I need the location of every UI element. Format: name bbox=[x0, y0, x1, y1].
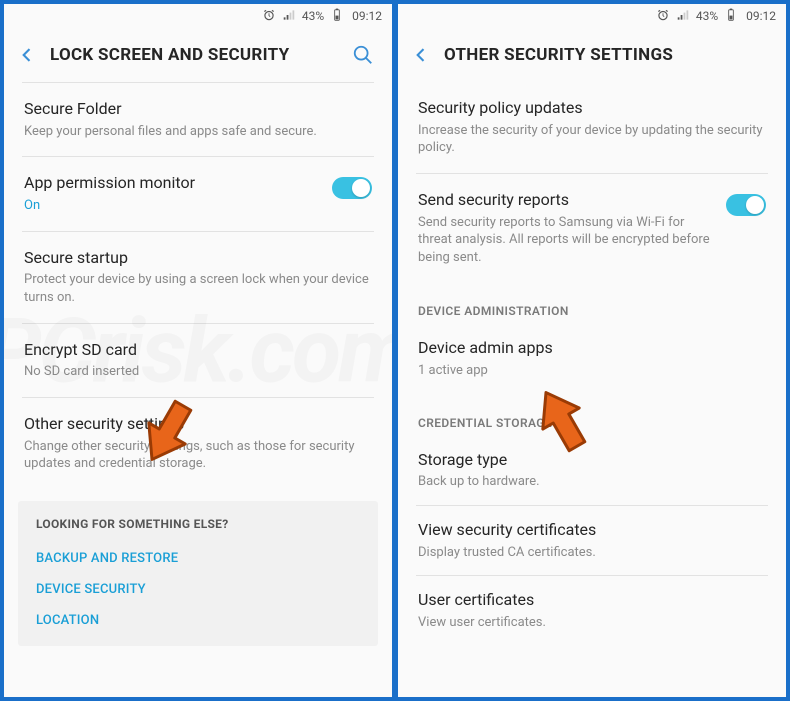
status-bar: 43% 09:12 bbox=[398, 4, 786, 28]
item-secure-folder[interactable]: Secure Folder Keep your personal files a… bbox=[4, 83, 392, 156]
item-title: User certificates bbox=[418, 590, 766, 611]
item-subtitle: Protect your device by using a screen lo… bbox=[24, 271, 372, 306]
item-title: Encrypt SD card bbox=[24, 340, 372, 361]
item-subtitle: Display trusted CA certificates. bbox=[418, 544, 766, 562]
footer-card: LOOKING FOR SOMETHING ELSE? BACKUP AND R… bbox=[18, 501, 378, 646]
clock-time: 09:12 bbox=[746, 9, 776, 23]
alarm-icon bbox=[262, 8, 276, 25]
toggle-switch[interactable] bbox=[332, 177, 372, 199]
item-storage-type[interactable]: Storage type Back up to hardware. bbox=[398, 436, 786, 505]
signal-icon bbox=[282, 8, 296, 25]
header: OTHER SECURITY SETTINGS bbox=[398, 28, 786, 82]
link-location[interactable]: LOCATION bbox=[36, 605, 360, 636]
battery-icon bbox=[724, 8, 738, 25]
page-title: LOCK SCREEN AND SECURITY bbox=[50, 45, 350, 65]
item-device-admin-apps[interactable]: Device admin apps 1 active app bbox=[398, 324, 786, 393]
battery-percent: 43% bbox=[696, 9, 718, 23]
item-title: Security policy updates bbox=[418, 98, 766, 119]
screen-other-security: 43% 09:12 OTHER SECURITY SETTINGS Securi… bbox=[398, 4, 786, 697]
header: LOCK SCREEN AND SECURITY bbox=[4, 28, 392, 82]
item-app-permission-monitor[interactable]: App permission monitor On bbox=[4, 157, 392, 230]
item-other-security-settings[interactable]: Other security settings Change other sec… bbox=[4, 398, 392, 489]
item-secure-startup[interactable]: Secure startup Protect your device by us… bbox=[4, 232, 392, 323]
item-subtitle: Change other security settings, such as … bbox=[24, 438, 372, 473]
item-title: Send security reports bbox=[418, 190, 714, 211]
item-user-certificates[interactable]: User certificates View user certificates… bbox=[398, 576, 786, 645]
link-device-security[interactable]: DEVICE SECURITY bbox=[36, 574, 360, 605]
battery-percent: 43% bbox=[302, 9, 324, 23]
item-subtitle: Back up to hardware. bbox=[418, 473, 766, 491]
content: Secure Folder Keep your personal files a… bbox=[4, 82, 392, 697]
content: Security policy updates Increase the sec… bbox=[398, 82, 786, 697]
item-subtitle: No SD card inserted bbox=[24, 363, 372, 381]
page-title: OTHER SECURITY SETTINGS bbox=[444, 45, 770, 65]
item-title: App permission monitor bbox=[24, 173, 320, 194]
item-subtitle: Send security reports to Samsung via Wi-… bbox=[418, 214, 714, 267]
link-backup-restore[interactable]: BACKUP AND RESTORE bbox=[36, 543, 360, 574]
item-title: Device admin apps bbox=[418, 338, 766, 359]
section-credential-storage: CREDENTIAL STORAGE bbox=[398, 394, 786, 436]
item-subtitle: Keep your personal files and apps safe a… bbox=[24, 123, 372, 141]
screen-lock-security: PCrisk.com 43% 09:12 LOCK SCREEN AND SEC… bbox=[4, 4, 392, 697]
item-encrypt-sd[interactable]: Encrypt SD card No SD card inserted bbox=[4, 324, 392, 397]
item-title: Secure Folder bbox=[24, 99, 372, 120]
section-device-administration: DEVICE ADMINISTRATION bbox=[398, 282, 786, 324]
item-security-policy-updates[interactable]: Security policy updates Increase the sec… bbox=[398, 82, 786, 173]
item-send-security-reports[interactable]: Send security reports Send security repo… bbox=[398, 174, 786, 282]
signal-icon bbox=[676, 8, 690, 25]
back-button[interactable] bbox=[14, 42, 40, 68]
item-subtitle: 1 active app bbox=[418, 362, 766, 380]
item-title: Secure startup bbox=[24, 248, 372, 269]
search-button[interactable] bbox=[350, 42, 376, 68]
item-subtitle: On bbox=[24, 197, 320, 215]
item-view-security-certificates[interactable]: View security certificates Display trust… bbox=[398, 506, 786, 575]
item-title: Other security settings bbox=[24, 414, 372, 435]
clock-time: 09:12 bbox=[352, 9, 382, 23]
footer-heading: LOOKING FOR SOMETHING ELSE? bbox=[36, 517, 360, 531]
toggle-switch[interactable] bbox=[726, 194, 766, 216]
back-button[interactable] bbox=[408, 42, 434, 68]
item-title: View security certificates bbox=[418, 520, 766, 541]
item-title: Storage type bbox=[418, 450, 766, 471]
item-subtitle: View user certificates. bbox=[418, 614, 766, 632]
alarm-icon bbox=[656, 8, 670, 25]
battery-icon bbox=[330, 8, 344, 25]
status-bar: 43% 09:12 bbox=[4, 4, 392, 28]
item-subtitle: Increase the security of your device by … bbox=[418, 122, 766, 157]
